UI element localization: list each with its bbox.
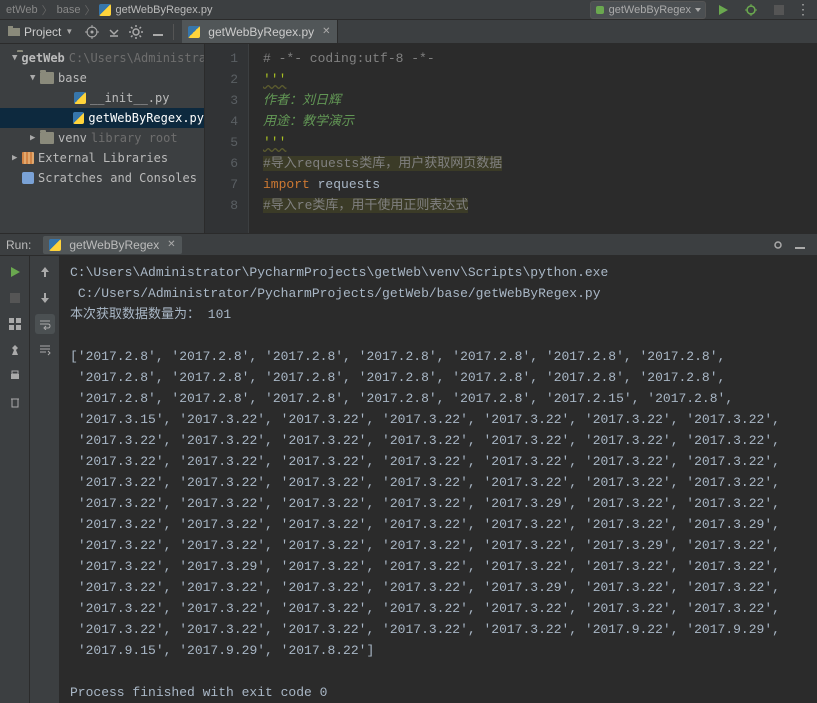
- gear-icon[interactable]: [126, 22, 146, 42]
- editor-gutter: 1 2 3 4 5 6 7 8: [205, 44, 249, 233]
- folder-icon: [40, 132, 54, 144]
- code-editor[interactable]: 1 2 3 4 5 6 7 8 # -*- coding:utf-8 -*- '…: [205, 44, 817, 233]
- locate-icon[interactable]: [82, 22, 102, 42]
- breadcrumb-sep-icon: 〉: [42, 2, 53, 18]
- console-line: C:/Users/Administrator/PycharmProjects/g…: [70, 286, 601, 301]
- tree-folder[interactable]: base: [0, 68, 204, 88]
- line-number: 1: [205, 48, 238, 69]
- console-line: C:\Users\Administrator\PycharmProjects\g…: [70, 265, 608, 280]
- close-icon[interactable]: ✕: [167, 239, 175, 250]
- more-icon[interactable]: ⋮: [796, 1, 811, 18]
- run-action-toolbar: [0, 256, 30, 703]
- folder-icon: [40, 72, 54, 84]
- project-view-dropdown[interactable]: Project ▼: [0, 20, 81, 43]
- editor-tab[interactable]: getWebByRegex.py ✕: [182, 20, 337, 43]
- layout-icon[interactable]: [5, 314, 25, 334]
- soft-wrap-icon[interactable]: [35, 314, 55, 334]
- tree-label: External Libraries: [38, 151, 168, 165]
- code-ident: requests: [310, 177, 380, 192]
- tree-label: __init__.py: [90, 91, 169, 105]
- code-line: #导入requests类库，用户获取网页数据: [263, 156, 502, 171]
- python-file-icon: [49, 239, 61, 251]
- hide-icon[interactable]: [790, 235, 810, 255]
- code-line: # -*- coding:utf-8 -*-: [263, 51, 435, 66]
- line-number: 6: [205, 153, 238, 174]
- gear-icon[interactable]: [768, 235, 788, 255]
- scratch-icon: [22, 172, 34, 184]
- chevron-right-icon[interactable]: [12, 153, 22, 163]
- python-file-icon: [99, 4, 111, 16]
- project-label: Project: [24, 25, 61, 39]
- up-arrow-icon[interactable]: [35, 262, 55, 282]
- tree-folder[interactable]: venv library root: [0, 128, 204, 148]
- run-tab[interactable]: getWebByRegex ✕: [43, 236, 181, 254]
- run-config-name: getWebByRegex: [609, 4, 691, 16]
- breadcrumb-sep-icon: 〉: [84, 2, 95, 18]
- tree-label: getWeb: [21, 51, 64, 65]
- library-icon: [22, 152, 34, 164]
- code-keyword: import: [263, 177, 310, 192]
- line-number: 4: [205, 111, 238, 132]
- project-tree[interactable]: getWeb C:\Users\Administrat base __init_…: [0, 44, 205, 233]
- tree-external-libraries[interactable]: External Libraries: [0, 148, 204, 168]
- console-array: ['2017.2.8', '2017.2.8', '2017.2.8', '20…: [70, 349, 780, 658]
- code-line: ''': [263, 135, 286, 150]
- chevron-down-icon: ▼: [65, 27, 73, 36]
- line-number: 7: [205, 174, 238, 195]
- tree-hint: library root: [91, 131, 178, 145]
- breadcrumb-part[interactable]: etWeb: [6, 4, 38, 16]
- hide-icon[interactable]: [148, 22, 168, 42]
- rerun-icon[interactable]: [5, 262, 25, 282]
- chevron-down-icon[interactable]: [12, 53, 17, 63]
- chevron-right-icon[interactable]: [30, 133, 40, 143]
- tree-scratches[interactable]: Scratches and Consoles: [0, 168, 204, 188]
- code-line: #导入re类库，用干使用正则表达式: [263, 198, 468, 213]
- chevron-down-icon[interactable]: [30, 73, 40, 83]
- down-arrow-icon[interactable]: [35, 288, 55, 308]
- code-line: 用途：教学演示: [263, 114, 354, 129]
- run-label: Run:: [6, 238, 31, 252]
- breadcrumb-part[interactable]: base: [57, 4, 81, 16]
- code-line: 作者：刘日辉: [263, 93, 341, 108]
- tree-root[interactable]: getWeb C:\Users\Administrat: [0, 48, 204, 68]
- run-tab-label: getWebByRegex: [69, 238, 159, 252]
- tree-file-selected[interactable]: getWebByRegex.py: [0, 108, 204, 128]
- tree-hint: C:\Users\Administrat: [69, 51, 205, 65]
- breadcrumb-bar: etWeb 〉 base 〉 getWebByRegex.py getWebBy…: [0, 0, 817, 20]
- project-folder-icon: [8, 25, 20, 39]
- editor-tab-label: getWebByRegex.py: [208, 25, 314, 39]
- stop-icon[interactable]: [5, 288, 25, 308]
- console-exit-line: Process finished with exit code 0: [70, 685, 327, 700]
- console-output[interactable]: C:\Users\Administrator\PycharmProjects\g…: [60, 256, 817, 703]
- breadcrumb-part[interactable]: getWebByRegex.py: [115, 4, 212, 16]
- tree-label: base: [58, 71, 87, 85]
- line-number: 2: [205, 69, 238, 90]
- main-toolbar: Project ▼ getWebByRegex.py ✕: [0, 20, 817, 44]
- python-file-icon: [73, 112, 84, 124]
- code-area[interactable]: # -*- coding:utf-8 -*- ''' 作者：刘日辉 用途：教学演…: [249, 44, 817, 233]
- tree-file[interactable]: __init__.py: [0, 88, 204, 108]
- tree-label: getWebByRegex.py: [88, 111, 204, 125]
- pin-icon[interactable]: [5, 340, 25, 360]
- trash-icon[interactable]: [5, 392, 25, 412]
- stop-icon[interactable]: [769, 0, 789, 20]
- python-file-icon: [188, 26, 200, 38]
- line-number: 8: [205, 195, 238, 216]
- close-icon[interactable]: ✕: [322, 26, 330, 37]
- code-line: ''': [263, 72, 286, 87]
- run-toolwindow-header: Run: getWebByRegex ✕: [0, 234, 817, 256]
- print-icon[interactable]: [5, 366, 25, 386]
- tree-label: Scratches and Consoles: [38, 171, 197, 185]
- line-number: 5: [205, 132, 238, 153]
- run-config-selector[interactable]: getWebByRegex: [590, 1, 706, 19]
- console-line: 本次获取数据数量为： 101: [70, 307, 231, 322]
- run-nav-toolbar: [30, 256, 60, 703]
- scroll-to-end-icon[interactable]: [35, 340, 55, 360]
- debug-icon[interactable]: [741, 0, 761, 20]
- tree-label: venv: [58, 131, 87, 145]
- collapse-all-icon[interactable]: [104, 22, 124, 42]
- run-icon[interactable]: [713, 0, 733, 20]
- python-file-icon: [74, 92, 86, 104]
- line-number: 3: [205, 90, 238, 111]
